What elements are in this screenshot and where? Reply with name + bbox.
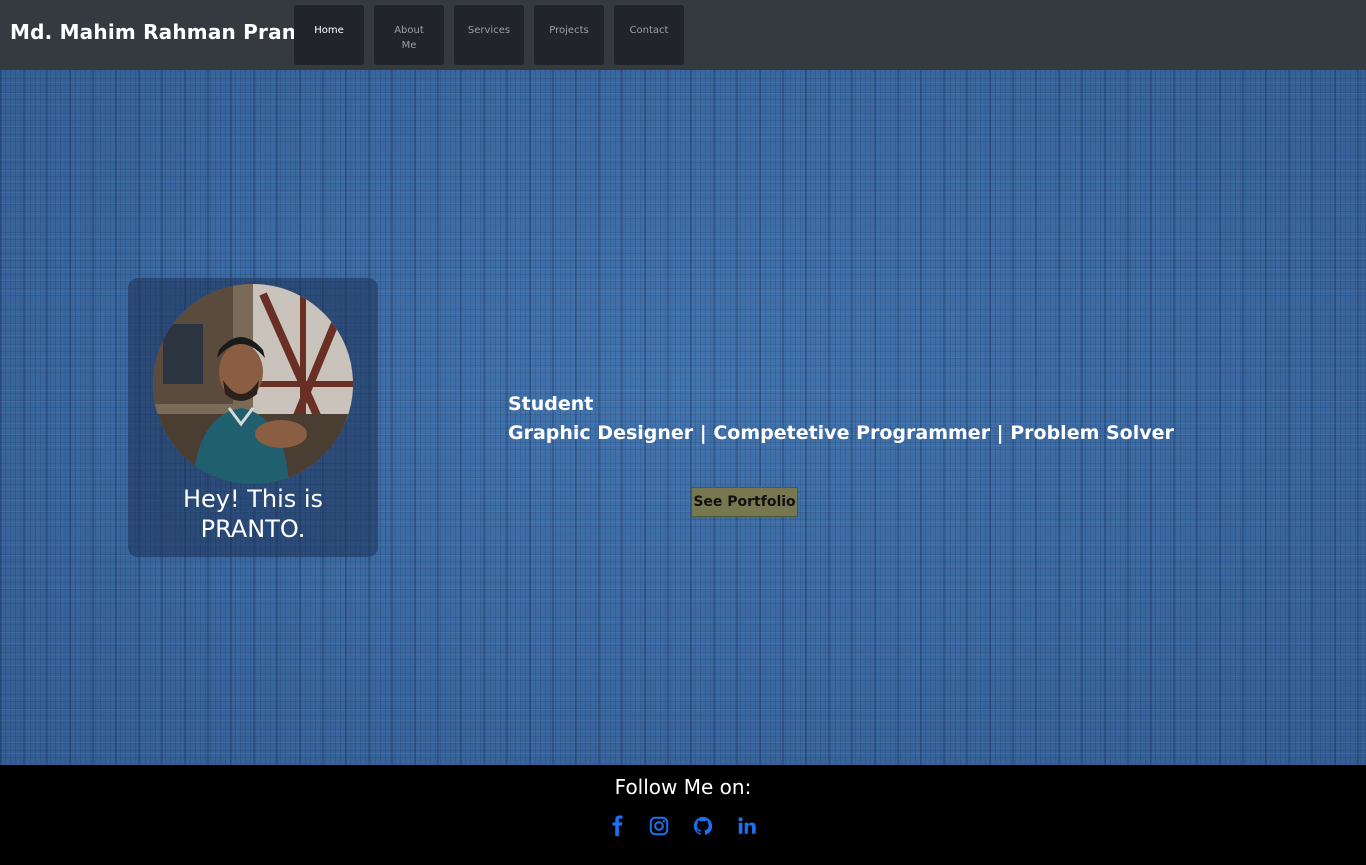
- nav-about-me[interactable]: About Me: [374, 5, 444, 65]
- see-portfolio-button[interactable]: See Portfolio: [691, 487, 798, 517]
- github-icon[interactable]: [692, 815, 714, 837]
- avatar: [153, 284, 353, 484]
- linkedin-icon[interactable]: [736, 815, 758, 837]
- footer: Follow Me on:: [0, 765, 1366, 865]
- nav-contact[interactable]: Contact: [614, 5, 684, 65]
- profile-card: Hey! This is PRANTO.: [128, 278, 378, 557]
- brand-name[interactable]: Md. Mahim Rahman Pranto: [10, 20, 320, 44]
- facebook-icon[interactable]: [607, 815, 629, 837]
- nav-services[interactable]: Services: [454, 5, 524, 65]
- instagram-icon[interactable]: [648, 815, 670, 837]
- role-student: Student: [508, 393, 594, 415]
- navbar: Md. Mahim Rahman Pranto Home About Me Se…: [0, 0, 1366, 70]
- nav-projects[interactable]: Projects: [534, 5, 604, 65]
- greeting-text: Hey! This is PRANTO.: [182, 485, 324, 543]
- profile-photo: [153, 284, 353, 484]
- role-titles: Graphic Designer | Competetive Programme…: [508, 422, 1174, 444]
- follow-me-text: Follow Me on:: [614, 775, 752, 799]
- roles-text: Student Graphic Designer | Competetive P…: [508, 390, 1174, 448]
- nav-home[interactable]: Home: [294, 5, 364, 65]
- hero-section: Hey! This is PRANTO. Student Graphic Des…: [0, 70, 1366, 765]
